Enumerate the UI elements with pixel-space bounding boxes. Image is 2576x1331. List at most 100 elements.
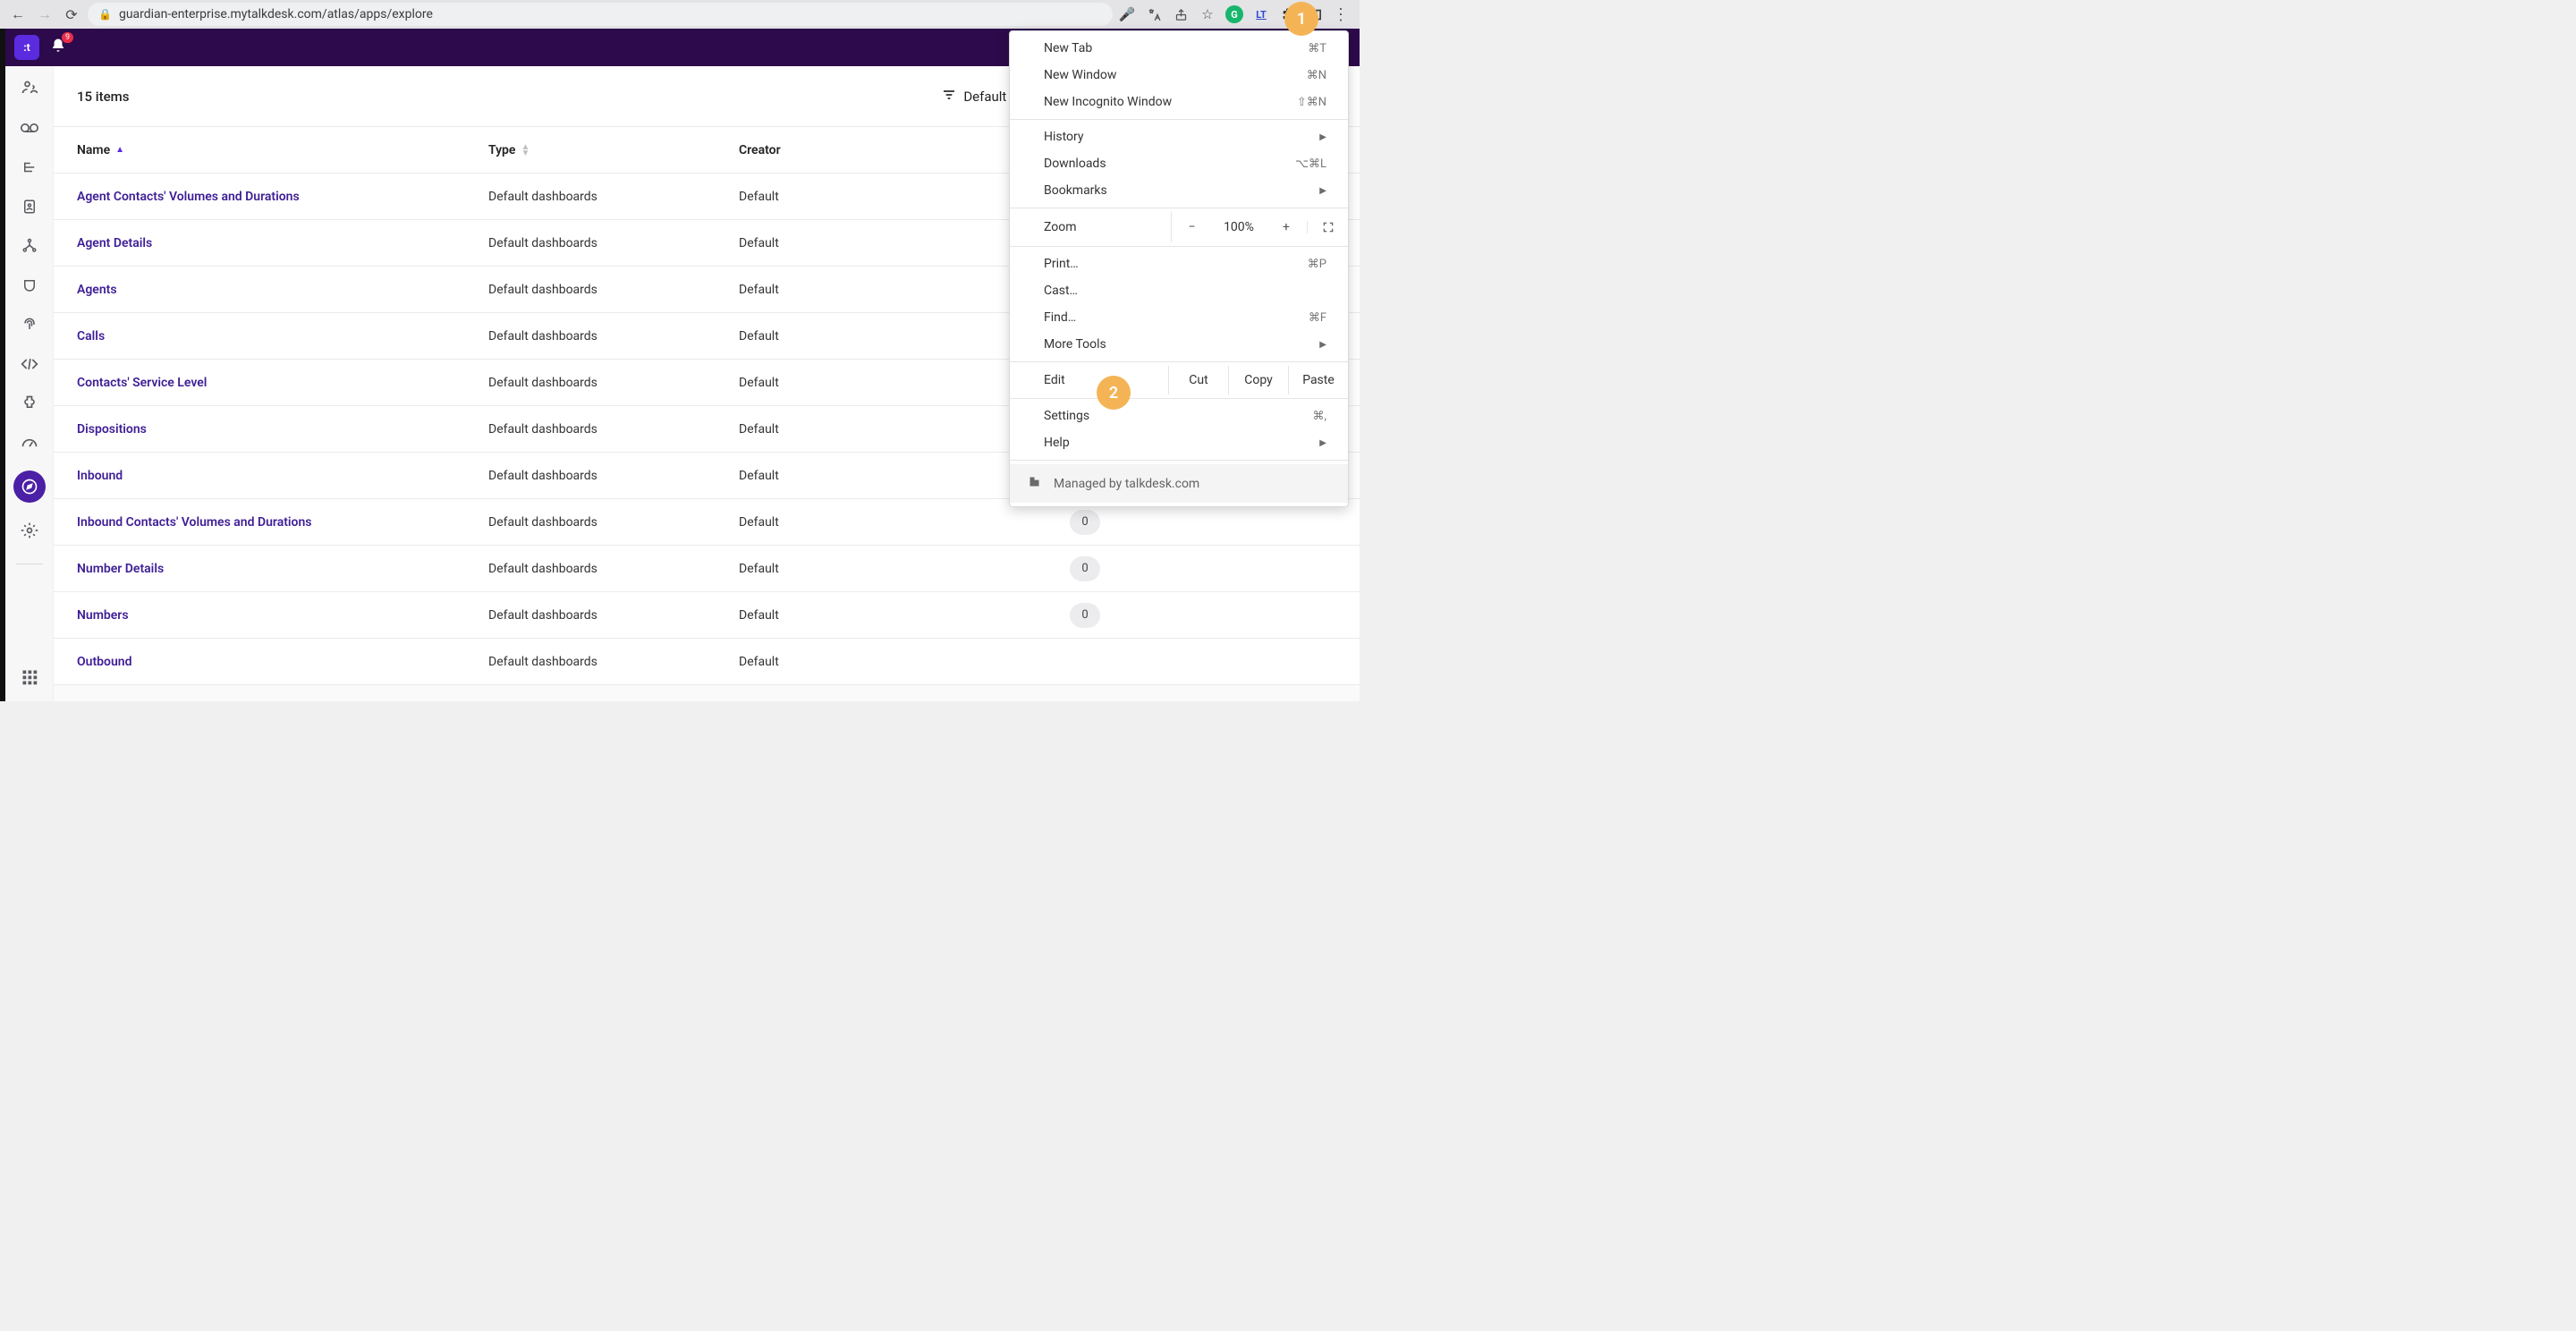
chrome-menu-button[interactable]: ⋮ [1333,5,1349,24]
row-name[interactable]: Number Details [77,562,488,576]
table-row[interactable]: Number Details Default dashboards Defaul… [54,546,1360,592]
sidebar-item-fingerprint[interactable] [18,313,41,336]
submenu-arrow-icon: ▶ [1319,186,1326,196]
notification-badge: 9 [62,32,73,43]
zoom-out-button[interactable]: − [1171,212,1212,242]
menu-find[interactable]: Find… ⌘F [1010,304,1348,331]
fullscreen-button[interactable] [1307,221,1348,233]
menu-shortcut: ⇧⌘N [1297,96,1326,109]
table-row[interactable]: Numbers Default dashboards Default 0 [54,592,1360,639]
row-name[interactable]: Inbound [77,469,488,483]
sidebar-item-shield[interactable] [18,274,41,297]
sidebar-item-queue[interactable] [18,156,41,179]
row-type: Default dashboards [488,422,739,437]
menu-edit-row: Edit Cut Copy Paste [1010,366,1348,394]
menu-label: New Tab [1044,41,1092,55]
submenu-arrow-icon: ▶ [1319,132,1326,142]
bookmark-star-icon[interactable]: ☆ [1199,5,1216,23]
address-bar[interactable]: 🔒 guardian-enterprise.mytalkdesk.com/atl… [88,3,1113,26]
menu-new-incognito[interactable]: New Incognito Window ⇧⌘N [1010,89,1348,115]
menu-label: More Tools [1044,337,1106,352]
app-logo[interactable]: :t [14,35,39,60]
sidebar-item-code[interactable] [18,352,41,376]
menu-label: Downloads [1044,157,1106,171]
reload-button[interactable]: ⟳ [61,4,82,25]
sidebar-item-explore[interactable] [13,471,46,503]
cut-button[interactable]: Cut [1168,366,1228,394]
menu-label: New Incognito Window [1044,95,1172,109]
managed-label: Managed by talkdesk.com [1054,477,1199,491]
sidebar-item-integrations[interactable] [18,392,41,415]
voice-search-icon[interactable]: 🎤 [1118,5,1136,23]
grammarly-extension-icon[interactable]: G [1225,5,1243,23]
table-row[interactable]: Outbound Default dashboards Default [54,639,1360,685]
row-name[interactable]: Agent Contacts' Volumes and Durations [77,190,488,204]
menu-shortcut: ⌘, [1312,410,1326,423]
forward-button[interactable]: → [34,4,55,25]
annotation-marker-2: 2 [1097,376,1131,410]
paste-button[interactable]: Paste [1288,366,1348,394]
notifications-button[interactable]: 9 [50,38,66,57]
row-creator: Default [739,608,1070,623]
share-icon[interactable] [1172,5,1190,23]
lt-extension-icon[interactable]: LT [1252,5,1270,23]
menu-bookmarks[interactable]: Bookmarks▶ [1010,177,1348,204]
row-name[interactable]: Agents [77,283,488,297]
row-name[interactable]: Outbound [77,655,488,669]
menu-separator [1010,119,1348,120]
annotation-marker-1: 1 [1284,2,1318,36]
sidebar-item-settings[interactable] [18,519,41,542]
row-name[interactable]: Inbound Contacts' Volumes and Durations [77,515,488,530]
row-name[interactable]: Agent Details [77,236,488,250]
menu-label: Settings [1044,409,1089,423]
row-name[interactable]: Calls [77,329,488,343]
column-type[interactable]: Type▲▼ [488,143,739,157]
url-text: guardian-enterprise.mytalkdesk.com/atlas… [119,7,433,21]
edit-label: Edit [1010,366,1168,394]
sidebar-item-conversations[interactable] [18,77,41,100]
row-type: Default dashboards [488,236,739,250]
browser-toolbar: ← → ⟳ 🔒 guardian-enterprise.mytalkdesk.c… [0,0,1360,29]
menu-history[interactable]: History▶ [1010,123,1348,150]
lock-icon: 🔒 [98,8,112,21]
menu-cast[interactable]: Cast… [1010,277,1348,304]
row-type: Default dashboards [488,190,739,204]
row-name[interactable]: Dispositions [77,422,488,437]
zoom-in-button[interactable]: + [1266,212,1307,242]
menu-separator [1010,361,1348,362]
menu-help[interactable]: Help▶ [1010,429,1348,456]
menu-separator [1010,246,1348,247]
row-name[interactable]: Contacts' Service Level [77,376,488,390]
back-button[interactable]: ← [7,4,29,25]
menu-downloads[interactable]: Downloads⌥⌘L [1010,150,1348,177]
menu-shortcut: ⌘F [1309,311,1326,325]
row-name[interactable]: Numbers [77,608,488,623]
row-creator: Default [739,562,1070,576]
zoom-value: 100% [1212,220,1266,234]
menu-label: Find… [1044,310,1076,325]
copy-button[interactable]: Copy [1228,366,1288,394]
row-end: 0 [1070,556,1336,581]
menu-separator [1010,398,1348,399]
row-end: 0 [1070,510,1336,535]
row-type: Default dashboards [488,608,739,623]
sidebar-item-performance[interactable] [18,431,41,454]
translate-icon[interactable] [1145,5,1163,23]
menu-new-window[interactable]: New Window⌘N [1010,62,1348,89]
sidebar-item-voicemail[interactable] [18,116,41,140]
sidebar-item-apps[interactable] [18,666,41,689]
menu-new-tab[interactable]: New Tab ⌘T [1010,35,1348,62]
sidebar-item-contacts[interactable] [18,195,41,218]
row-creator: Default [739,655,1070,669]
menu-managed-by[interactable]: Managed by talkdesk.com [1010,464,1348,503]
zoom-label: Zoom [1010,214,1171,241]
menu-settings[interactable]: Settings ⌘, [1010,403,1348,429]
menu-shortcut: ⌘T [1308,42,1326,55]
sidebar-item-routing[interactable] [18,234,41,258]
menu-print[interactable]: Print…⌘P [1010,250,1348,277]
menu-more-tools[interactable]: More Tools▶ [1010,331,1348,358]
filter-icon [942,89,956,105]
row-type: Default dashboards [488,283,739,297]
row-type: Default dashboards [488,329,739,343]
column-name[interactable]: Name▲ [77,143,488,157]
